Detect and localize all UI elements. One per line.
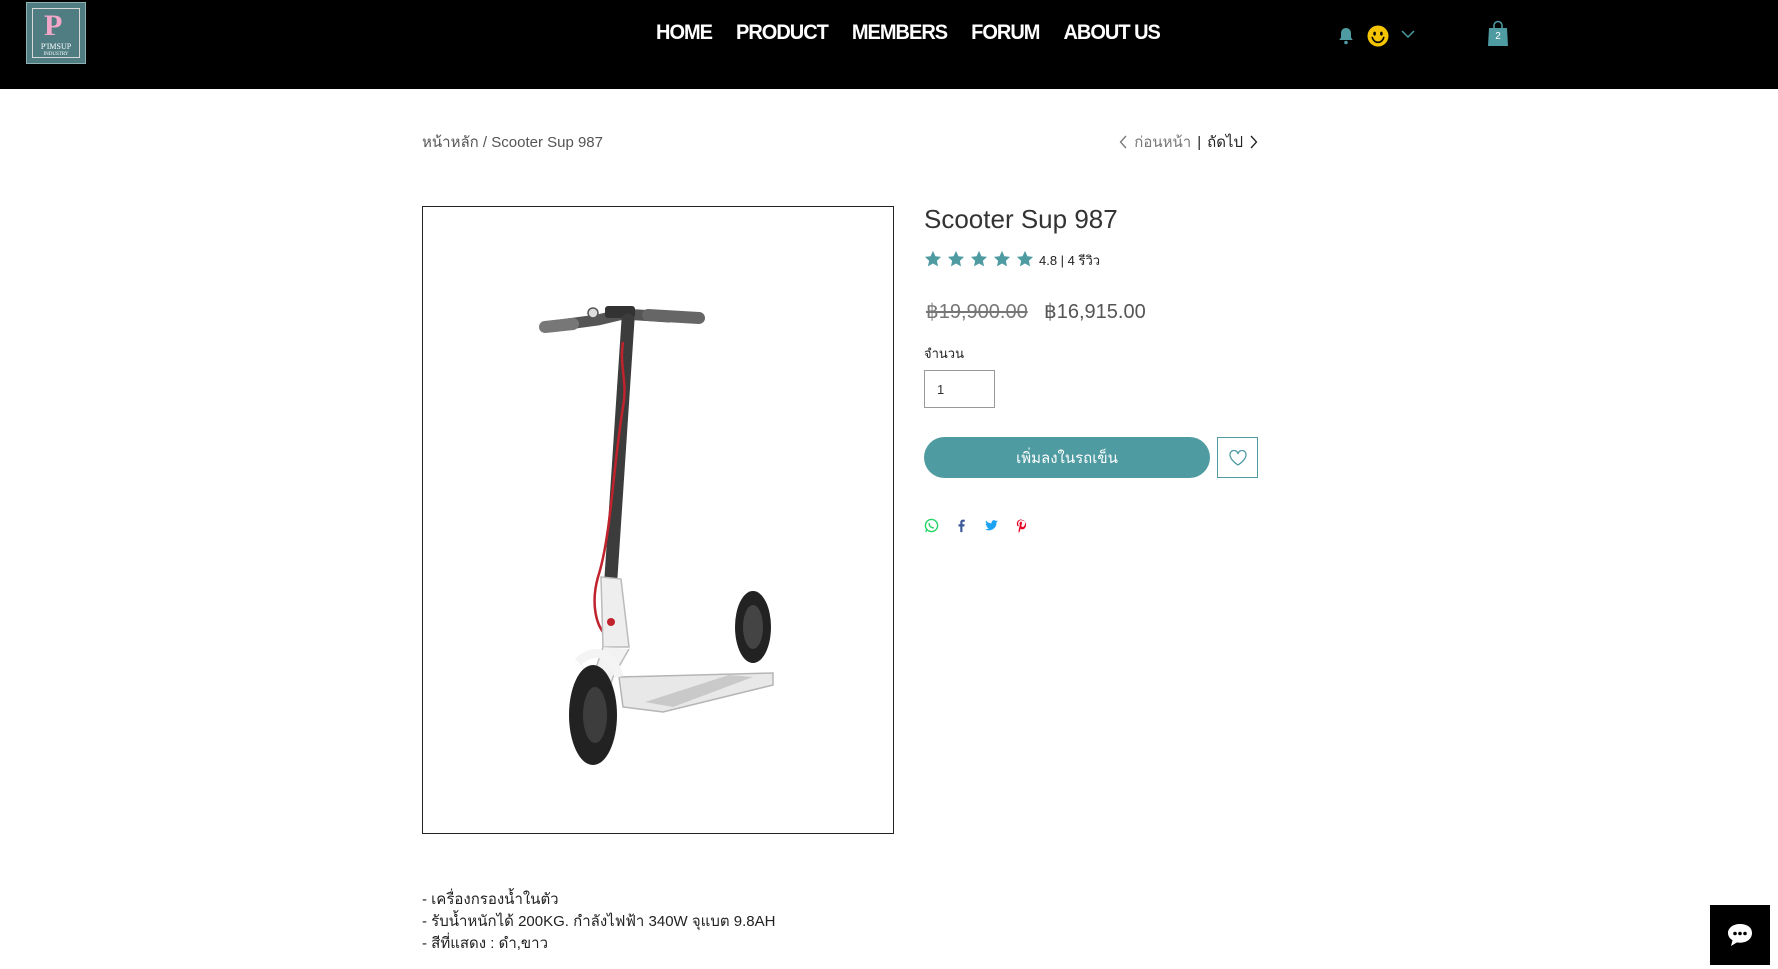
heart-icon (1228, 449, 1247, 466)
breadcrumb: หน้าหลัก / Scooter Sup 987 (422, 130, 603, 154)
nav-about-us[interactable]: ABOUT US (1063, 21, 1160, 50)
wishlist-button[interactable] (1217, 437, 1258, 478)
add-to-cart-button[interactable]: เพิ่มลงในรถเข็น (924, 437, 1210, 478)
star-icon (924, 250, 942, 267)
prev-product-link[interactable]: ก่อนหน้า (1134, 130, 1191, 154)
bell-icon[interactable] (1338, 27, 1354, 45)
chat-bubble-icon (1728, 924, 1752, 946)
nav-forum[interactable]: FORUM (971, 21, 1040, 50)
breadcrumb-current: Scooter Sup 987 (491, 134, 603, 151)
product-description: - เครื่องกรองน้ำในตัว - รับน้ำหนักได้ 20… (422, 889, 775, 955)
next-product-link[interactable]: ถัดไป (1207, 130, 1243, 154)
star-icon (970, 250, 988, 267)
chevron-left-icon[interactable] (1119, 135, 1128, 149)
add-to-cart-label: เพิ่มลงในรถเข็น (1016, 449, 1118, 467)
site-header: P P'IMSUP INDUSTRY HOME PRODUCT MEMBERS … (0, 0, 1778, 89)
quantity-label: จำนวน (924, 346, 964, 361)
star-icon (1016, 250, 1034, 267)
smiley-avatar-icon[interactable] (1367, 25, 1389, 47)
logo-letter: P (44, 9, 63, 42)
product-image[interactable] (422, 206, 894, 834)
logo-frame: P P'IMSUP INDUSTRY (32, 8, 80, 58)
twitter-icon[interactable] (984, 518, 999, 533)
original-price: ฿19,900.00 (926, 301, 1028, 323)
nav-product[interactable]: PRODUCT (736, 21, 829, 50)
star-icon (993, 250, 1011, 267)
description-line: - สีที่แสดง : ดำ,ขาว (422, 935, 549, 952)
star-icon (947, 250, 965, 267)
logo-line-1: P'IMSUP (40, 42, 72, 51)
rating-stars[interactable] (924, 250, 1034, 268)
chevron-down-icon[interactable] (1401, 29, 1415, 39)
scooter-illustration (539, 306, 774, 765)
product-pager: ก่อนหน้า | ถัดไป (1119, 130, 1258, 154)
whatsapp-icon[interactable] (924, 518, 939, 533)
description-line: - เครื่องกรองน้ำในตัว (422, 891, 559, 908)
cart-count-badge[interactable]: 2 (1487, 31, 1509, 42)
quantity-input[interactable] (924, 370, 995, 408)
rating-summary[interactable]: 4.8 | 4 รีวิว (1039, 250, 1100, 271)
chat-widget-button[interactable] (1710, 905, 1770, 965)
share-bar (924, 518, 1029, 533)
description-line: - รับน้ำหนักได้ 200KG. กำลังไฟฟ้า 340W จ… (422, 913, 776, 930)
pinterest-icon[interactable] (1014, 518, 1029, 533)
nav-home[interactable]: HOME (656, 21, 713, 50)
breadcrumb-home-link[interactable]: หน้าหลัก (422, 134, 479, 151)
facebook-icon[interactable] (954, 518, 969, 533)
product-title: Scooter Sup 987 (924, 204, 1118, 234)
logo-line-2: INDUSTRY (43, 52, 69, 57)
sale-price: ฿16,915.00 (1044, 301, 1146, 323)
pager-separator: | (1197, 133, 1202, 151)
main-nav: HOME PRODUCT MEMBERS FORUM ABOUT US (656, 21, 1161, 50)
site-logo[interactable]: P P'IMSUP INDUSTRY (26, 2, 86, 64)
breadcrumb-separator: / (478, 134, 492, 151)
chevron-right-icon[interactable] (1249, 135, 1258, 149)
nav-members[interactable]: MEMBERS (852, 21, 948, 50)
